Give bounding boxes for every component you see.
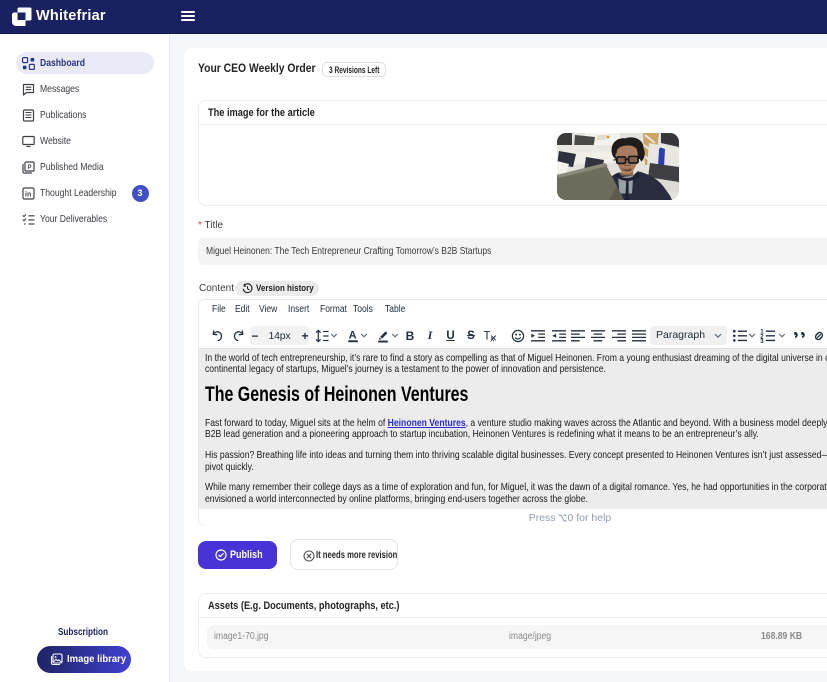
svg-text:A: A [348,329,356,341]
svg-text:3: 3 [760,339,764,344]
svg-text:P: P [28,165,32,171]
svg-text:in: in [25,191,31,198]
svg-text:T: T [484,330,491,342]
